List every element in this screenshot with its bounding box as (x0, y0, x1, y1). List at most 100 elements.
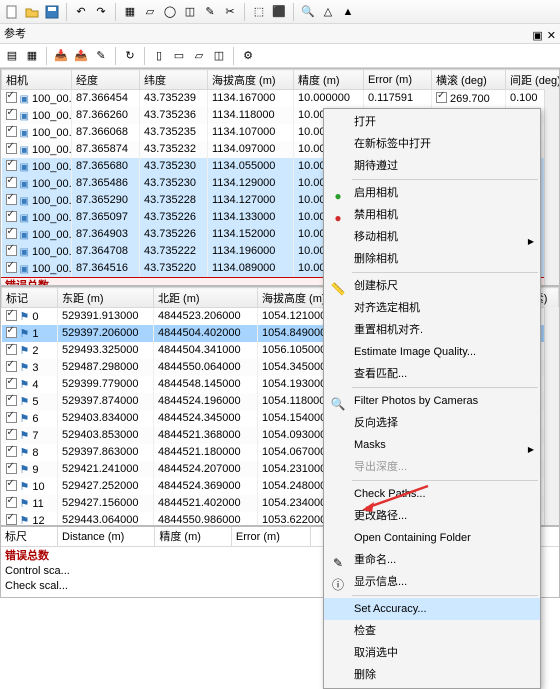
menu-item[interactable]: 检查 (324, 620, 540, 642)
checkbox[interactable] (6, 310, 17, 321)
checkbox[interactable] (6, 514, 17, 525)
view-icon[interactable]: ▦ (24, 48, 40, 64)
checkbox[interactable] (6, 109, 17, 120)
checkbox[interactable] (6, 126, 17, 137)
checkbox[interactable] (6, 177, 17, 188)
menu-item[interactable]: 重命名...✎ (324, 549, 540, 571)
checkbox[interactable] (6, 228, 17, 239)
refresh-icon[interactable]: ↻ (122, 48, 138, 64)
menu-item[interactable]: 更改路径... (324, 505, 540, 527)
settings-icon[interactable]: ⚙ (240, 48, 256, 64)
marker-icon (20, 345, 33, 357)
tool-icon[interactable]: ⬛ (271, 4, 287, 20)
menu-item[interactable]: 重置相机对齐. (324, 319, 540, 341)
tool-icon[interactable]: △ (320, 4, 336, 20)
export-icon[interactable]: 📤 (73, 48, 89, 64)
checkbox[interactable] (6, 245, 17, 256)
column-header[interactable]: Distance (m) (58, 527, 155, 546)
checkbox[interactable] (6, 480, 17, 491)
column-header[interactable]: 间距 (deg) (506, 70, 560, 90)
checkbox[interactable] (6, 395, 17, 406)
tool-icon[interactable]: ▦ (122, 4, 138, 20)
menu-item[interactable]: 反向选择 (324, 412, 540, 434)
pane-icon[interactable]: ▭ (171, 48, 187, 64)
menu-item[interactable]: Estimate Image Quality... (324, 341, 540, 363)
redo-icon[interactable]: ↷ (93, 4, 109, 20)
edit-icon[interactable]: ✎ (93, 48, 109, 64)
open-icon[interactable] (24, 4, 40, 20)
column-header[interactable]: 经度 (72, 70, 140, 90)
tool-icon[interactable]: 🔍 (300, 4, 316, 20)
checkbox[interactable] (6, 446, 17, 457)
marker-icon (20, 379, 33, 391)
tool-icon[interactable]: ⬚ (251, 4, 267, 20)
menu-item[interactable]: 在新标签中打开 (324, 133, 540, 155)
menu-item[interactable]: 查看匹配... (324, 363, 540, 385)
tool-icon[interactable]: ◫ (182, 4, 198, 20)
menu-item[interactable]: 取消选中 (324, 642, 540, 664)
checkbox[interactable] (6, 378, 17, 389)
pane-icon[interactable]: ◫ (211, 48, 227, 64)
checkbox[interactable] (6, 361, 17, 372)
column-header[interactable]: Error (m) (364, 70, 432, 90)
column-header[interactable]: 东距 (m) (58, 288, 154, 308)
checkbox[interactable] (6, 344, 17, 355)
menu-item[interactable]: Open Containing Folder (324, 527, 540, 549)
save-icon[interactable] (44, 4, 60, 20)
column-header[interactable]: 精度 (m) (294, 70, 364, 90)
column-header[interactable]: 相机 (2, 70, 72, 90)
scrollbar[interactable] (544, 89, 559, 285)
tool-icon[interactable]: ▲ (340, 4, 356, 20)
new-icon[interactable] (4, 4, 20, 20)
menu-item[interactable]: Check Paths... (324, 483, 540, 505)
menu-item[interactable]: 删除相机 (324, 248, 540, 270)
tool-icon[interactable]: ◯ (162, 4, 178, 20)
column-header[interactable]: Error (m) (232, 527, 311, 546)
tool-icon[interactable]: ✂ (222, 4, 238, 20)
checkbox[interactable] (6, 143, 17, 154)
menu-item[interactable]: 显示信息...ⓘ (324, 571, 540, 593)
checkbox[interactable] (6, 262, 17, 273)
menu-item[interactable]: Filter Photos by Cameras🔍 (324, 390, 540, 412)
checkbox[interactable] (6, 194, 17, 205)
context-menu[interactable]: 打开在新标签中打开期待遵过启用相机●禁用相机●移动相机删除相机创建标尺📏对齐选定… (323, 108, 541, 689)
undo-icon[interactable]: ↶ (73, 4, 89, 20)
import-icon[interactable]: 📥 (53, 48, 69, 64)
column-header[interactable]: 精度 (m) (155, 527, 232, 546)
menu-item[interactable]: 期待遵过 (324, 155, 540, 177)
tool-icon[interactable]: ✎ (202, 4, 218, 20)
column-header[interactable]: 标尺 (1, 527, 58, 546)
table-row[interactable]: 100_00...87.36645443.7352391134.16700010… (2, 90, 560, 107)
pane-icon[interactable]: ▱ (191, 48, 207, 64)
column-header[interactable]: 标记 (2, 288, 58, 308)
menu-item[interactable]: 打开 (324, 111, 540, 133)
view-icon[interactable]: ▤ (4, 48, 20, 64)
column-header[interactable]: 纬度 (140, 70, 208, 90)
pane-icon[interactable]: ▯ (151, 48, 167, 64)
float-icon[interactable]: ▣ (532, 26, 542, 46)
marker-icon (20, 481, 33, 493)
scrollbar[interactable] (544, 307, 559, 525)
column-header[interactable]: 海拔高度 (m) (208, 70, 294, 90)
close-icon[interactable]: ✕ (547, 26, 556, 46)
menu-item[interactable]: 移动相机 (324, 226, 540, 248)
checkbox[interactable] (6, 412, 17, 423)
checkbox[interactable] (6, 92, 17, 103)
menu-item[interactable]: Masks (324, 434, 540, 456)
checkbox[interactable] (6, 160, 17, 171)
menu-item[interactable]: Set Accuracy... (324, 598, 540, 620)
menu-item[interactable]: 对齐选定相机 (324, 297, 540, 319)
menu-item[interactable]: 删除 (324, 664, 540, 686)
checkbox[interactable] (6, 463, 17, 474)
menu-item[interactable]: 创建标尺📏 (324, 275, 540, 297)
column-header[interactable]: 横滚 (deg) (432, 70, 506, 90)
checkbox[interactable] (6, 211, 17, 222)
tool-icon[interactable]: ▱ (142, 4, 158, 20)
checkbox[interactable] (436, 92, 447, 103)
checkbox[interactable] (6, 429, 17, 440)
menu-item[interactable]: 启用相机● (324, 182, 540, 204)
menu-item[interactable]: 禁用相机● (324, 204, 540, 226)
checkbox[interactable] (6, 327, 17, 338)
checkbox[interactable] (6, 497, 17, 508)
column-header[interactable]: 北距 (m) (154, 288, 258, 308)
